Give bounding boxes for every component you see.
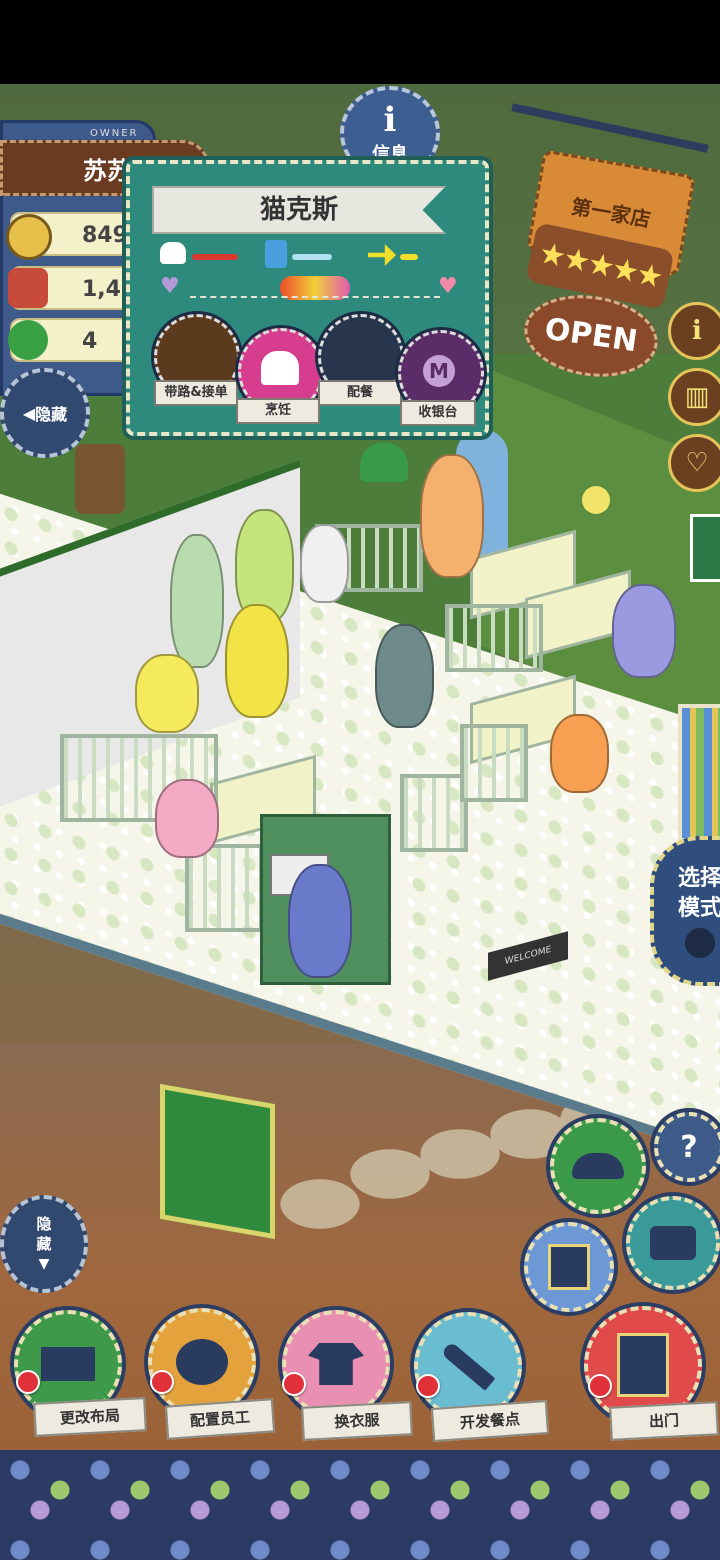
camera-button[interactable] [626,1196,720,1290]
cooking-skill-bar [192,254,238,260]
camera-icon [650,1226,696,1260]
basket-icon [8,268,48,308]
change-clothes-label: 换衣服 [301,1401,413,1441]
partition-fence [445,604,543,672]
bear-staff[interactable] [225,604,289,718]
heart-icon: ♥ [438,274,458,299]
broken-heart-icon: ♥ [160,274,180,299]
bear-cashier[interactable] [288,864,352,978]
status-bar [0,0,720,84]
chat-heart-icon[interactable]: ♡ [668,434,720,492]
arrow-left-icon: ◀ [22,403,36,423]
menu-signboard [160,1083,275,1240]
hide-panel-button[interactable]: ◀ 隐藏 [0,368,90,458]
book-icon [265,240,287,268]
bear-chef[interactable] [170,534,224,668]
chef-hat-icon [261,351,299,385]
coin-icon: M [423,355,455,387]
owner-label: OWNER [90,128,139,139]
chick-customer[interactable] [135,654,199,733]
book-icon[interactable]: ▥ [668,368,720,426]
role-chef-label: 烹饪 [236,398,320,424]
select-mode-button[interactable]: 选择 模式 [650,836,720,986]
clover-icon [8,320,48,360]
pin-icon [588,1374,612,1398]
partition-fence [400,774,468,852]
dog-chef[interactable] [300,524,349,603]
photo-album-icon [548,1244,590,1290]
chef-hat-icon [160,242,186,264]
pig-customer[interactable] [155,779,219,858]
affection-track [190,296,440,298]
shirt-icon [308,1343,364,1385]
pin-icon [150,1370,174,1394]
info-icon: i [383,100,397,140]
knowledge-skill-bar [292,254,332,260]
cat-staff-selected[interactable] [375,624,434,728]
cuckoo-clock [75,444,125,514]
staff-name: 猫克斯 [152,186,446,234]
mushroom-decoration [360,442,408,482]
exit-label: 出门 [609,1401,719,1441]
cat-customer[interactable] [612,584,676,678]
role-cashier-label: 收银台 [400,400,476,426]
help-button[interactable]: ? [654,1112,720,1182]
pin-icon [282,1372,306,1396]
owner-name: 苏苏 [83,157,131,185]
arrow-down-icon: ▼ [38,1256,50,1272]
wall-lamp [582,486,610,514]
bottom-star-border [0,1450,720,1560]
pin-icon [416,1374,440,1398]
pin-icon [16,1370,40,1394]
door-icon [617,1333,669,1397]
speed-skill-bar [400,254,418,260]
bear-head-icon [176,1339,228,1385]
bookshelf [678,704,720,842]
change-clothes-button[interactable] [282,1310,390,1418]
table-icon [41,1347,95,1381]
role-server-label: 配餐 [318,380,402,406]
change-layout-label: 更改布局 [33,1397,147,1437]
bear-customer[interactable] [550,714,609,793]
hide-toolbar-button[interactable]: 隐 藏 ▼ [0,1195,88,1293]
hat-icon [572,1153,624,1179]
gallery-button[interactable] [524,1222,614,1312]
hat-button[interactable] [550,1118,646,1214]
role-waiter-label: 带路&接单 [154,380,238,406]
partition-fence [460,724,528,802]
bear-head-icon [685,928,715,958]
exit-sign-icon [690,514,720,582]
knife-icon [440,1341,496,1391]
info-icon[interactable]: i [668,302,720,360]
coin-icon [6,214,52,260]
rabbit-customer[interactable] [420,454,484,578]
